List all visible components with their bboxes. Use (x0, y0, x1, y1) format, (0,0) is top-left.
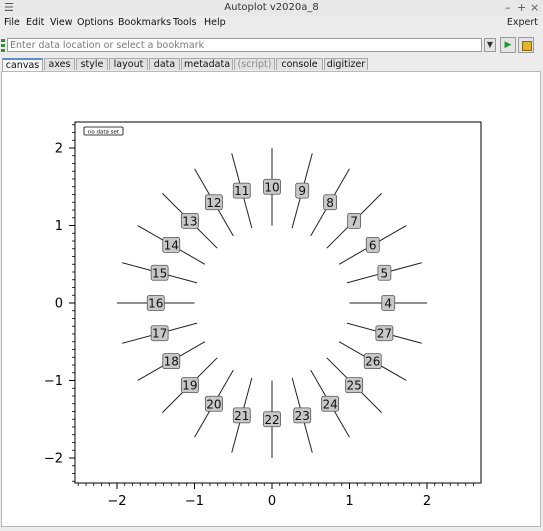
point-label-4: 4 (384, 297, 392, 311)
menu-options[interactable]: Options (77, 17, 114, 28)
menu-edit[interactable]: Edit (26, 17, 44, 28)
point-label-19: 19 (182, 379, 197, 393)
window-title: Autoplot v2020a_8 (224, 2, 319, 13)
point-label-16: 16 (148, 297, 163, 311)
menu-tools[interactable]: Tools (173, 17, 196, 28)
menu-bookmarks[interactable]: Bookmarks (118, 17, 171, 28)
tab-console[interactable]: console (276, 58, 323, 70)
plot-canvas[interactable]: no data set −2 2 −1 1 0 0 1 −1 2 −2 4 5 6 7 8 9 10 11 12 1… (1, 71, 541, 527)
bookmarks-folder-button[interactable] (518, 37, 534, 53)
menu-bar: File Edit View Options Bookmarks Tools H… (0, 16, 543, 30)
point-label-7: 7 (350, 214, 358, 228)
bookmark-dropdown-button[interactable]: ▼ (484, 38, 496, 52)
point-label-6: 6 (369, 238, 377, 252)
drag-handle-icon[interactable] (1, 39, 5, 52)
minimize-icon[interactable]: – (505, 1, 511, 14)
plot-go-button[interactable]: ▶ (500, 37, 516, 53)
point-label-9: 9 (298, 184, 306, 198)
menu-help[interactable]: Help (204, 17, 226, 28)
point-label-22: 22 (264, 413, 279, 427)
y-tick-label: 0 (55, 297, 63, 312)
title-bar: ☰ Autoplot v2020a_8 – + × (0, 0, 543, 17)
menu-view[interactable]: View (50, 17, 73, 28)
folder-icon (522, 41, 532, 51)
point-label-20: 20 (206, 397, 221, 411)
point-label-21: 21 (234, 409, 249, 423)
point-label-11: 11 (234, 184, 249, 198)
address-bar: Enter data location or select a bookmark… (0, 36, 543, 56)
maximize-icon[interactable]: + (517, 1, 526, 14)
tab-axes[interactable]: axes (44, 58, 75, 70)
y-tick-label: −1 (44, 374, 63, 389)
point-label-14: 14 (164, 238, 179, 252)
tab-style[interactable]: style (76, 58, 108, 70)
y-tick-label: −2 (44, 452, 63, 467)
point-label-12: 12 (206, 196, 221, 210)
tab-metadata[interactable]: metadata (181, 58, 233, 70)
x-tick-label: 0 (268, 494, 276, 509)
x-tick-label: −1 (185, 494, 204, 509)
tab-data[interactable]: data (149, 58, 180, 70)
point-label-8: 8 (326, 196, 334, 210)
expert-mode-menu[interactable]: Expert (507, 17, 538, 28)
plot-svg: no data set −22−11001−12−2 4567891011121… (44, 121, 482, 509)
tab-digitizer[interactable]: digitizer (324, 58, 368, 70)
point-label-15: 15 (152, 266, 167, 280)
y-tick-label: 2 (55, 142, 63, 157)
point-label-27: 27 (377, 327, 392, 341)
tab-canvas[interactable]: canvas (2, 58, 43, 71)
point-label-24: 24 (322, 397, 337, 411)
point-label-5: 5 (381, 266, 389, 280)
point-label-26: 26 (365, 355, 380, 369)
chevron-down-icon: ▼ (486, 40, 494, 49)
tab-layout[interactable]: layout (109, 58, 148, 70)
play-icon: ▶ (504, 40, 512, 50)
y-tick-label: 1 (55, 219, 63, 234)
close-icon[interactable]: × (530, 1, 539, 14)
point-label-13: 13 (182, 214, 197, 228)
point-label-17: 17 (152, 327, 167, 341)
x-tick-label: 2 (423, 494, 431, 509)
point-label-23: 23 (295, 409, 310, 423)
point-label-10: 10 (264, 180, 279, 194)
no-data-label: no data set (88, 130, 120, 136)
point-label-25: 25 (347, 379, 362, 393)
data-location-input[interactable]: Enter data location or select a bookmark (7, 38, 482, 52)
x-tick-label: −2 (107, 494, 126, 509)
tab-bar: canvas axes style layout data metadata (… (0, 58, 543, 71)
x-tick-label: 1 (345, 494, 353, 509)
point-label-18: 18 (164, 355, 179, 369)
menu-file[interactable]: File (4, 17, 20, 28)
tab-script[interactable]: (script) (234, 58, 275, 70)
